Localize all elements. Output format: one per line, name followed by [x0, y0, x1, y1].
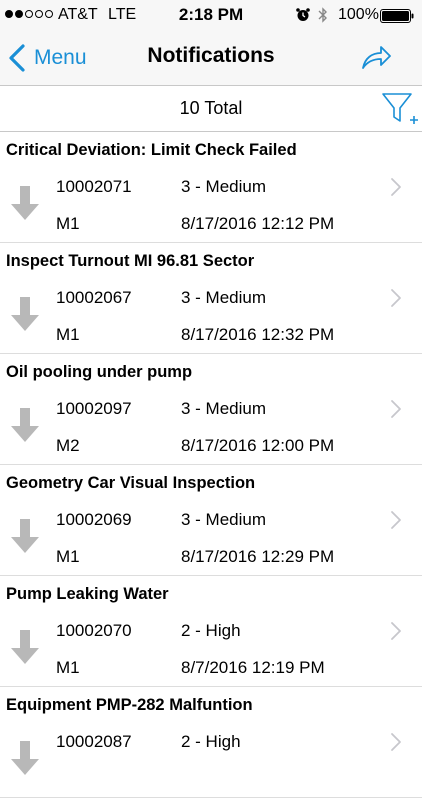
arrow-down-icon [11, 741, 39, 775]
notification-title: Critical Deviation: Limit Check Failed [6, 141, 297, 159]
arrow-down-icon [11, 186, 39, 220]
notification-id: 10002069 [56, 510, 132, 529]
notification-code: M1 [56, 214, 80, 233]
summary-bar: 10 Total [0, 86, 422, 132]
notification-title: Equipment PMP-282 Malfuntion [6, 696, 253, 714]
notification-id: 10002067 [56, 288, 132, 307]
notification-title: Oil pooling under pump [6, 363, 193, 381]
arrow-down-icon [11, 297, 39, 331]
notification-date: 8/17/2016 12:12 PM [181, 214, 335, 233]
arrow-down-icon [11, 408, 39, 442]
navigation-bar: Menu Notifications [0, 30, 422, 86]
notification-row[interactable]: Inspect Turnout MI 96.81 Sector 10002067… [0, 243, 422, 354]
chevron-right-icon [391, 511, 401, 529]
notification-priority: 3 - Medium [181, 399, 267, 418]
notification-priority: 3 - Medium [181, 177, 267, 196]
notification-code: M1 [56, 547, 80, 566]
chevron-right-icon [391, 178, 401, 196]
battery-percent: 100% [338, 6, 379, 23]
notification-id: 10002097 [56, 399, 132, 418]
notification-id: 10002087 [56, 732, 132, 751]
status-bar: AT&T LTE 2:18 PM 100% [0, 0, 422, 30]
notification-date: 8/17/2016 12:00 PM [181, 436, 335, 455]
notification-date: 8/17/2016 12:29 PM [181, 547, 335, 566]
chevron-right-icon [391, 289, 401, 307]
total-count: 10 Total [179, 98, 243, 118]
arrow-down-icon [11, 630, 39, 664]
notification-priority: 2 - High [181, 621, 241, 640]
alarm-clock-icon [296, 8, 310, 21]
chevron-right-icon [391, 622, 401, 640]
notification-row[interactable]: Oil pooling under pump 10002097 3 - Medi… [0, 354, 422, 465]
notification-title: Geometry Car Visual Inspection [6, 474, 256, 492]
notification-date: 8/17/2016 12:32 PM [181, 325, 335, 344]
battery-icon [380, 9, 414, 23]
notification-row[interactable]: Equipment PMP-282 Malfuntion 10002087 2 … [0, 687, 422, 798]
notification-id: 10002071 [56, 177, 132, 196]
notification-row[interactable]: Critical Deviation: Limit Check Failed 1… [0, 132, 422, 243]
notification-list: Critical Deviation: Limit Check Failed 1… [0, 132, 422, 798]
notification-code: M2 [56, 436, 80, 455]
notification-code: M1 [56, 325, 80, 344]
notification-row[interactable]: Pump Leaking Water 10002070 2 - High M1 … [0, 576, 422, 687]
notification-priority: 3 - Medium [181, 510, 267, 529]
arrow-down-icon [11, 519, 39, 553]
notification-date: 8/7/2016 12:19 PM [181, 658, 325, 677]
notification-priority: 3 - Medium [181, 288, 267, 307]
notification-id: 10002070 [56, 621, 132, 640]
notification-code: M1 [56, 658, 80, 677]
filter-add-icon[interactable] [381, 90, 419, 128]
chevron-right-icon [391, 400, 401, 418]
bluetooth-icon [318, 7, 327, 23]
page-title: Notifications [147, 44, 275, 67]
share-icon[interactable] [360, 44, 392, 72]
chevron-right-icon [391, 733, 401, 751]
notification-priority: 2 - High [181, 732, 241, 751]
notification-row[interactable]: Geometry Car Visual Inspection 10002069 … [0, 465, 422, 576]
notification-title: Inspect Turnout MI 96.81 Sector [6, 252, 255, 270]
notification-title: Pump Leaking Water [6, 585, 169, 603]
